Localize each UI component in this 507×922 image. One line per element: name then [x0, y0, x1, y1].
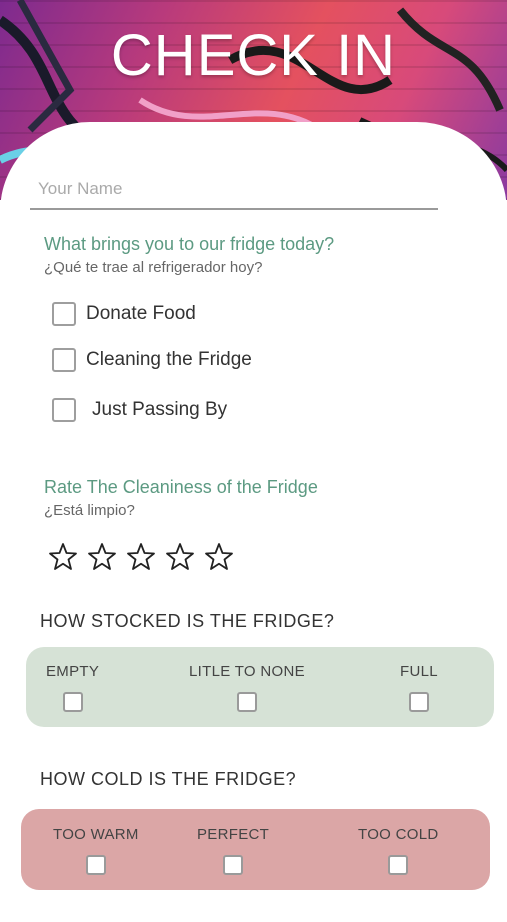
- cleanliness-question: Rate The Cleaniness of the Fridge: [44, 477, 318, 497]
- cold-panel: TOO WARM PERFECT TOO COLD: [21, 809, 490, 890]
- name-input[interactable]: [30, 170, 438, 210]
- little-to-none-checkbox[interactable]: [236, 692, 257, 712]
- star-icon-1[interactable]: [48, 542, 78, 572]
- option-cleaning-fridge[interactable]: Cleaning the Fridge: [52, 348, 252, 372]
- cleaning-fridge-label: Cleaning the Fridge: [86, 349, 252, 370]
- star-icon-2[interactable]: [87, 542, 117, 572]
- stocked-option-little[interactable]: LITLE TO NONE: [189, 663, 305, 712]
- option-just-passing-by[interactable]: Just Passing By: [52, 398, 227, 422]
- too-cold-checkbox[interactable]: [388, 855, 409, 875]
- purpose-question: What brings you to our fridge today?: [44, 234, 335, 254]
- cold-option-perfect[interactable]: PERFECT: [197, 826, 269, 875]
- full-checkbox[interactable]: [408, 692, 429, 712]
- full-label: FULL: [400, 663, 438, 680]
- star-icon-4[interactable]: [165, 542, 195, 572]
- empty-checkbox[interactable]: [62, 692, 83, 712]
- cleanliness-question-spanish: ¿Está limpio?: [44, 502, 135, 519]
- stocked-panel: EMPTY LITLE TO NONE FULL: [26, 647, 494, 727]
- too-warm-checkbox[interactable]: [85, 855, 106, 875]
- cold-heading: HOW COLD IS THE FRIDGE?: [40, 769, 297, 789]
- page-title: CHECK IN: [110, 23, 397, 88]
- purpose-question-spanish: ¿Qué te trae al refrigerador hoy?: [44, 259, 263, 276]
- little-to-none-label: LITLE TO NONE: [189, 663, 305, 680]
- donate-food-checkbox[interactable]: [52, 302, 76, 326]
- star-icon-3[interactable]: [126, 542, 156, 572]
- just-passing-by-label: Just Passing By: [92, 399, 228, 420]
- perfect-label: PERFECT: [197, 826, 270, 843]
- stocked-heading: HOW STOCKED IS THE FRIDGE?: [40, 611, 335, 631]
- star-rating: [48, 542, 243, 572]
- cold-option-too-warm[interactable]: TOO WARM: [53, 826, 139, 875]
- stocked-option-empty[interactable]: EMPTY: [46, 663, 99, 712]
- donate-food-label: Donate Food: [86, 303, 196, 324]
- stocked-option-full[interactable]: FULL: [400, 663, 438, 712]
- empty-label: EMPTY: [46, 663, 100, 680]
- just-passing-by-checkbox[interactable]: [52, 398, 76, 422]
- option-donate-food[interactable]: Donate Food: [52, 302, 196, 326]
- perfect-checkbox[interactable]: [223, 855, 244, 875]
- star-icon-5[interactable]: [204, 542, 234, 572]
- too-warm-label: TOO WARM: [53, 826, 139, 843]
- cold-option-too-cold[interactable]: TOO COLD: [358, 826, 438, 875]
- too-cold-label: TOO COLD: [358, 826, 439, 843]
- cleaning-fridge-checkbox[interactable]: [52, 348, 76, 372]
